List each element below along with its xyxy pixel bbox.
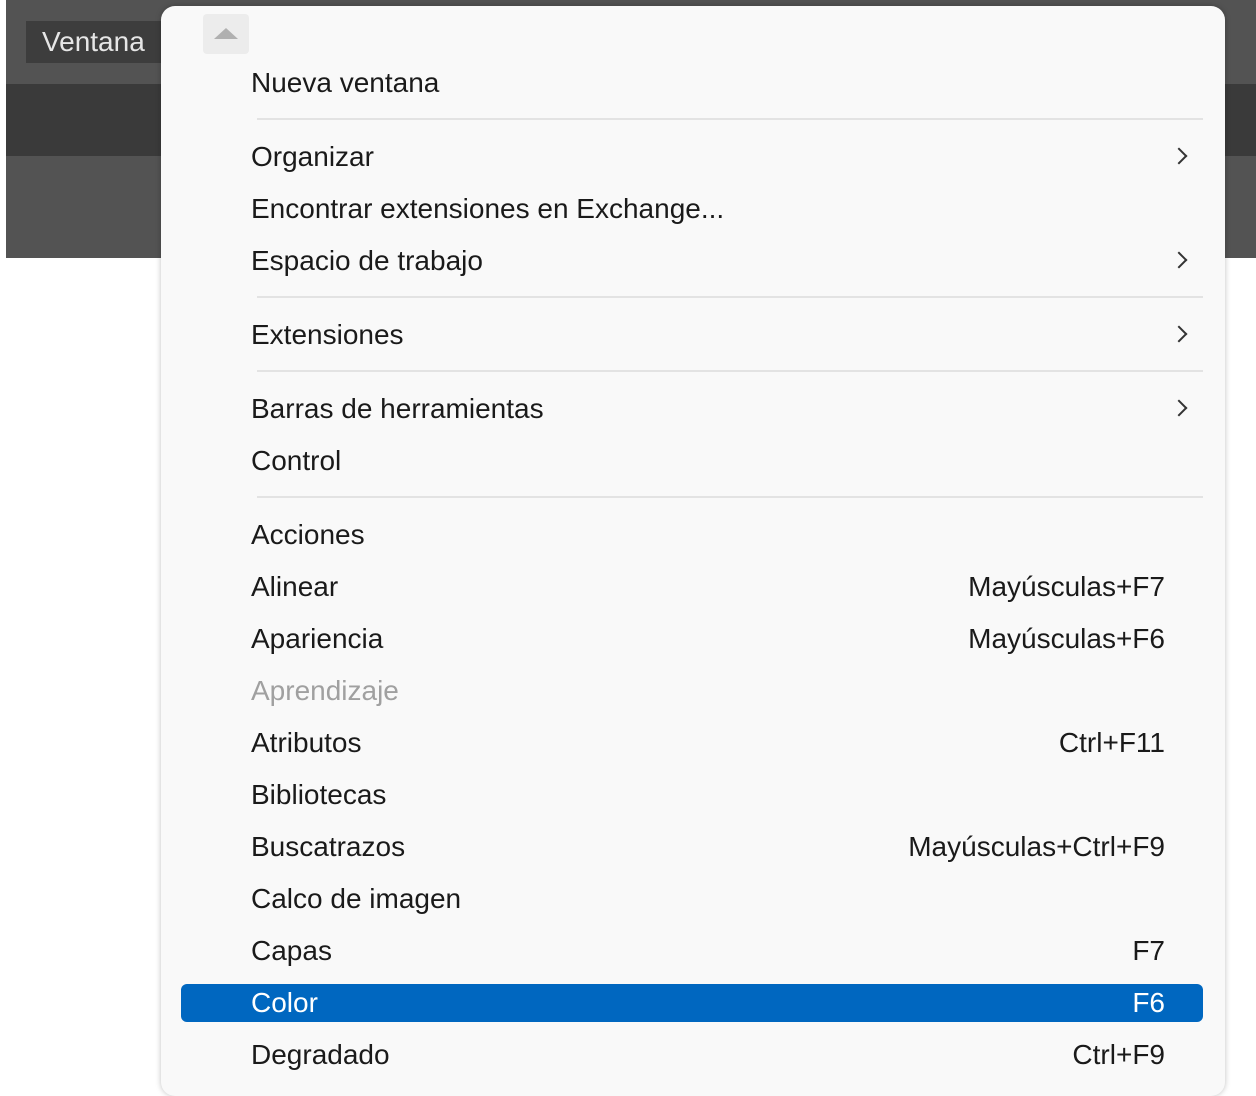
menu-item-label: Encontrar extensiones en Exchange... — [251, 193, 725, 224]
menu-separator — [257, 296, 1203, 298]
menu-item-label: Barras de herramientas — [251, 393, 544, 424]
menu-item-aprendizaje: Aprendizaje — [181, 672, 1203, 710]
menu-item-espacio-de-trabajo[interactable]: Espacio de trabajo — [181, 242, 1203, 280]
menu-item-shortcut: Ctrl+F9 — [1072, 1039, 1165, 1070]
menu-item-capas[interactable]: Capas F7 — [181, 932, 1203, 970]
ventana-dropdown-menu: Nueva ventana Organizar Encontrar extens… — [161, 6, 1225, 1096]
menu-item-label: Degradado — [251, 1039, 390, 1070]
menu-item-label: Color — [251, 987, 318, 1018]
menu-item-label: Buscatrazos — [251, 831, 406, 862]
menu-item-atributos[interactable]: Atributos Ctrl+F11 — [181, 724, 1203, 762]
menu-item-label: Alinear — [251, 571, 339, 602]
menu-item-label: Capas — [251, 935, 332, 966]
menu-item-extensiones[interactable]: Extensiones — [181, 316, 1203, 354]
menubar-item-ventana[interactable]: Ventana — [26, 21, 162, 63]
menu-scroll-up-button[interactable] — [203, 14, 249, 54]
menu-item-label: Nueva ventana — [251, 67, 440, 98]
menu-item-label: Bibliotecas — [251, 779, 387, 810]
menu-item-color[interactable]: Color F6 — [181, 984, 1203, 1022]
menu-item-calco-de-imagen[interactable]: Calco de imagen — [181, 880, 1203, 918]
menu-item-label: Calco de imagen — [251, 883, 462, 914]
menu-separator — [257, 496, 1203, 498]
scroll-up-arrow-icon — [214, 28, 238, 39]
menu-item-label: Control — [251, 445, 342, 476]
menu-item-label: Organizar — [251, 141, 374, 172]
menu-separator — [257, 118, 1203, 120]
menu-separator — [257, 370, 1203, 372]
menu-item-degradado[interactable]: Degradado Ctrl+F9 — [181, 1036, 1203, 1074]
menu-item-label: Atributos — [251, 727, 362, 758]
menu-item-bibliotecas[interactable]: Bibliotecas — [181, 776, 1203, 814]
menu-item-label: Apariencia — [251, 623, 384, 654]
menu-item-label: Extensiones — [251, 319, 404, 350]
menu-item-alinear[interactable]: Alinear Mayúsculas+F7 — [181, 568, 1203, 606]
menu-item-apariencia[interactable]: Apariencia Mayúsculas+F6 — [181, 620, 1203, 658]
menu-item-nueva-ventana[interactable]: Nueva ventana — [181, 64, 1203, 102]
chevron-right-icon — [1170, 325, 1188, 343]
chevron-right-icon — [1170, 147, 1188, 165]
menu-item-label: Acciones — [251, 519, 365, 550]
menu-item-shortcut: Ctrl+F11 — [1058, 727, 1165, 758]
menu-item-buscatrazos[interactable]: Buscatrazos Mayúsculas+Ctrl+F9 — [181, 828, 1203, 866]
menu-item-shortcut: Mayúsculas+F7 — [968, 571, 1165, 602]
menu-item-barras-de-herramientas[interactable]: Barras de herramientas — [181, 390, 1203, 428]
chevron-right-icon — [1170, 399, 1188, 417]
menu-item-shortcut: Mayúsculas+F6 — [968, 623, 1165, 654]
menu-item-control[interactable]: Control — [181, 442, 1203, 480]
chevron-right-icon — [1170, 251, 1188, 269]
menu-item-organizar[interactable]: Organizar — [181, 138, 1203, 176]
menu-item-acciones[interactable]: Acciones — [181, 516, 1203, 554]
menu-item-label: Aprendizaje — [251, 675, 399, 706]
menu-item-label: Espacio de trabajo — [251, 245, 483, 276]
menu-item-encontrar-extensiones[interactable]: Encontrar extensiones en Exchange... — [181, 190, 1203, 228]
menu-item-shortcut: F7 — [1132, 935, 1165, 966]
menu-item-shortcut: F6 — [1132, 987, 1165, 1018]
menu-item-shortcut: Mayúsculas+Ctrl+F9 — [908, 831, 1165, 862]
